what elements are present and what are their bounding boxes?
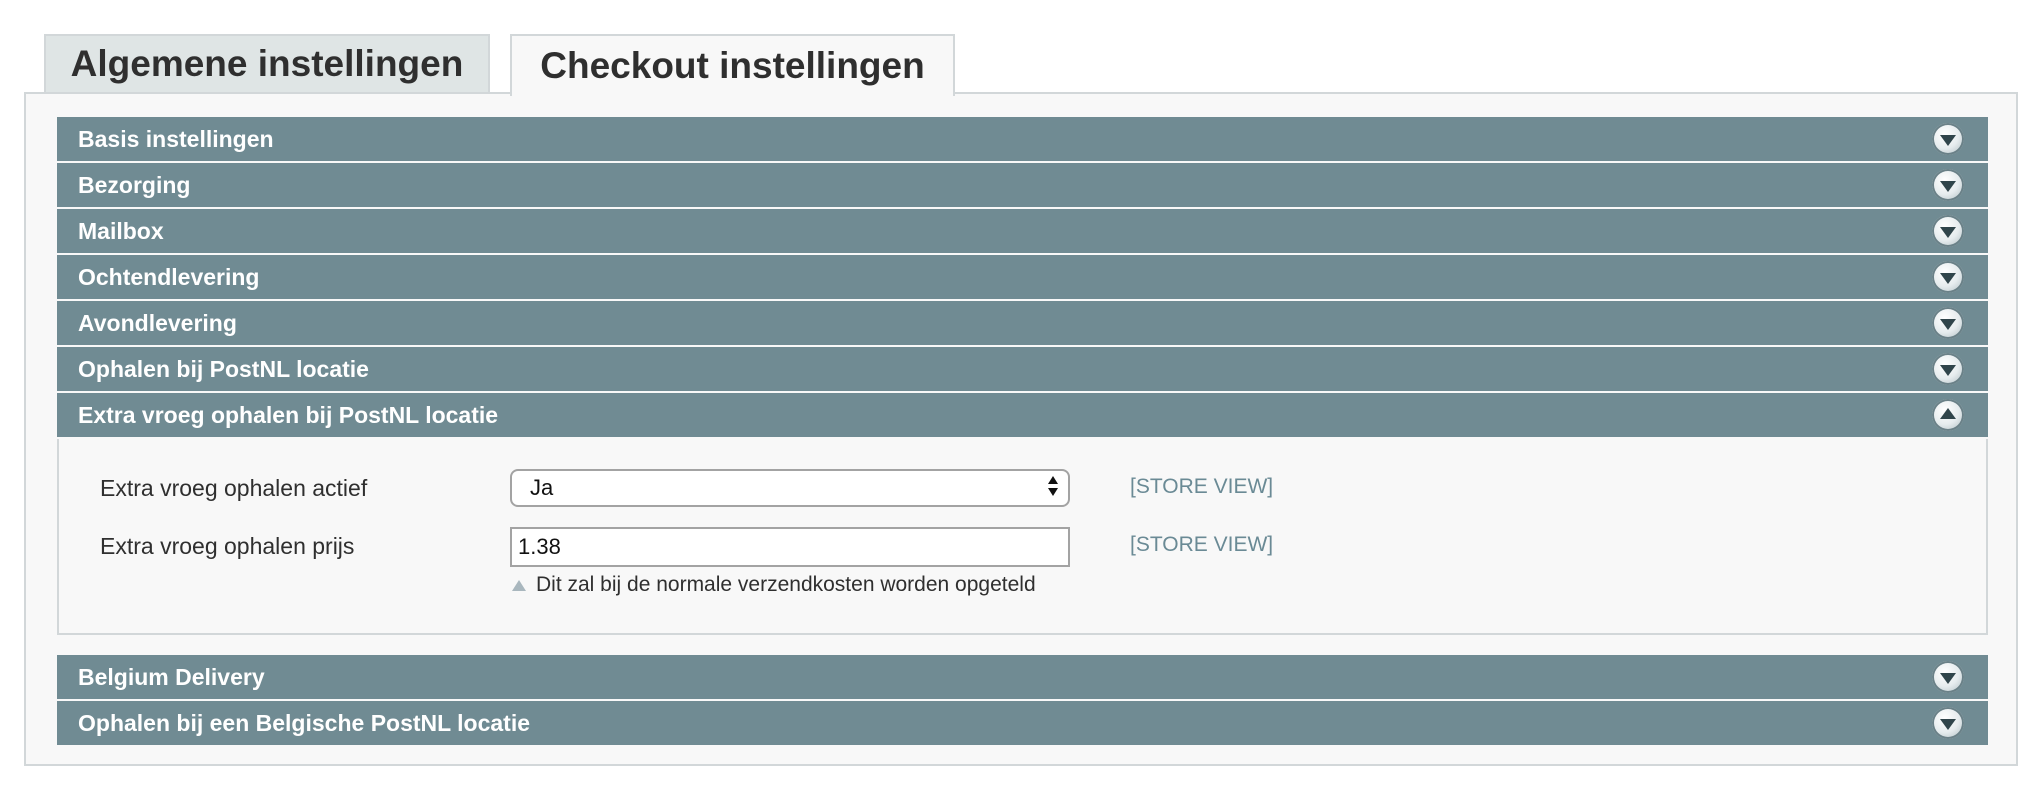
- section-title: Basis instellingen: [78, 125, 274, 152]
- section-title: Ophalen bij PostNL locatie: [78, 355, 369, 382]
- field-label-price: Extra vroeg ophalen prijs: [100, 533, 355, 559]
- chevron-down-icon[interactable]: [1932, 123, 1964, 155]
- section-header-pickup-location[interactable]: Ophalen bij PostNL locatie: [57, 347, 1988, 393]
- scope-label-price: [STORE VIEW]: [1130, 533, 1274, 556]
- section-header-basis[interactable]: Basis instellingen: [57, 117, 1988, 163]
- section-title: Bezorging: [78, 171, 191, 198]
- chevron-down-icon[interactable]: [1932, 707, 1964, 739]
- section-title: Belgium Delivery: [78, 663, 265, 690]
- section-header-bezorging[interactable]: Bezorging: [57, 163, 1988, 209]
- section-header-belgium-pickup[interactable]: Ophalen bij een Belgische PostNL locatie: [57, 701, 1988, 747]
- chevron-up-icon[interactable]: [1932, 399, 1964, 431]
- tab-checkout-settings[interactable]: Checkout instellingen: [510, 34, 955, 96]
- section-header-early-pickup[interactable]: Extra vroeg ophalen bij PostNL locatie: [57, 393, 1988, 439]
- chevron-down-icon[interactable]: [1932, 307, 1964, 339]
- section-header-avondlevering[interactable]: Avondlevering: [57, 301, 1988, 347]
- section-body-early-pickup: Extra vroeg ophalen actief Ja [STORE VIE…: [57, 439, 1988, 635]
- price-hint: Dit zal bij de normale verzendkosten wor…: [512, 573, 1036, 597]
- active-select[interactable]: Ja: [510, 469, 1070, 507]
- hint-text: Dit zal bij de normale verzendkosten wor…: [536, 573, 1036, 596]
- select-arrows-icon: [1048, 476, 1060, 500]
- chevron-down-icon[interactable]: [1932, 661, 1964, 693]
- section-header-belgium-delivery[interactable]: Belgium Delivery: [57, 655, 1988, 701]
- section-title: Extra vroeg ophalen bij PostNL locatie: [78, 401, 499, 428]
- section-title: Ophalen bij een Belgische PostNL locatie: [78, 709, 531, 736]
- tab-general-settings[interactable]: Algemene instellingen: [44, 34, 490, 92]
- field-label-active: Extra vroeg ophalen actief: [100, 475, 368, 501]
- chevron-down-icon[interactable]: [1932, 261, 1964, 293]
- select-value: Ja: [530, 475, 554, 500]
- scope-label-active: [STORE VIEW]: [1130, 475, 1274, 498]
- settings-panel: Basis instellingen Bezorging Mailbox Och…: [24, 92, 2018, 766]
- chevron-down-icon[interactable]: [1932, 169, 1964, 201]
- section-list: Basis instellingen Bezorging Mailbox Och…: [57, 117, 1988, 747]
- price-input[interactable]: [510, 527, 1070, 567]
- section-title: Ochtendlevering: [78, 263, 260, 290]
- section-header-ochtendlevering[interactable]: Ochtendlevering: [57, 255, 1988, 301]
- triangle-up-icon: [512, 579, 526, 591]
- section-title: Mailbox: [78, 217, 164, 244]
- section-header-mailbox[interactable]: Mailbox: [57, 209, 1988, 255]
- section-title: Avondlevering: [78, 309, 237, 336]
- chevron-down-icon[interactable]: [1932, 353, 1964, 385]
- chevron-down-icon[interactable]: [1932, 215, 1964, 247]
